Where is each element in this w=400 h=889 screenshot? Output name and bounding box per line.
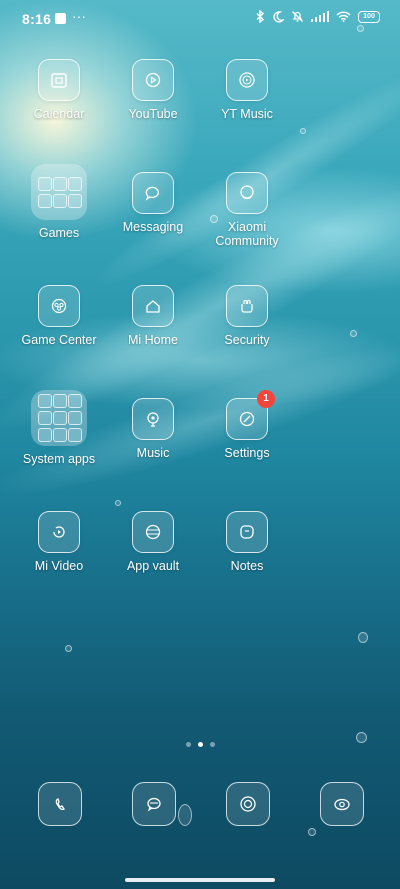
yt-music-icon xyxy=(226,59,268,101)
app-label: Games xyxy=(38,226,80,240)
app-label: Settings xyxy=(224,446,270,460)
music-icon xyxy=(132,398,174,440)
app-messaging[interactable]: Messaging xyxy=(105,172,201,234)
status-bar: 8:16 ··· 100 xyxy=(0,0,400,38)
bubble xyxy=(300,128,306,134)
bubble xyxy=(115,500,121,506)
dock-messages[interactable] xyxy=(132,782,176,826)
notification-badge: 1 xyxy=(257,390,275,408)
app-music[interactable]: Music xyxy=(105,398,201,460)
dock-browser[interactable] xyxy=(226,782,270,826)
app-label: YouTube xyxy=(128,107,178,121)
app-games-folder[interactable]: Games xyxy=(11,164,107,240)
battery-icon: 100 xyxy=(358,10,380,23)
camera-icon xyxy=(334,798,350,811)
app-label: Mi Home xyxy=(127,333,178,347)
page-dot xyxy=(209,742,215,747)
app-mi-home[interactable]: Mi Home xyxy=(105,285,201,347)
phone-icon xyxy=(55,798,65,811)
mute-bell-icon xyxy=(292,11,303,22)
notification-icon xyxy=(55,13,66,24)
app-label: Security xyxy=(224,333,270,347)
page-dot-active xyxy=(197,742,203,747)
mi-home-icon xyxy=(132,285,174,327)
bubble xyxy=(65,645,72,652)
bubble xyxy=(178,804,192,826)
bubble xyxy=(350,330,357,337)
bubble xyxy=(358,632,368,643)
mi-video-icon xyxy=(38,511,80,553)
app-game-center[interactable]: Game Center xyxy=(11,285,107,347)
app-calendar[interactable]: Calendar xyxy=(11,59,107,121)
app-label: App vault xyxy=(126,559,180,573)
home-indicator[interactable] xyxy=(125,878,275,882)
app-label: YT Music xyxy=(221,107,273,121)
app-xiaomi-community[interactable]: Xiaomi Community xyxy=(199,172,295,248)
app-yt-music[interactable]: YT Music xyxy=(199,59,295,121)
folder-icon xyxy=(31,164,87,220)
notes-icon xyxy=(226,511,268,553)
app-label: Notes xyxy=(230,559,264,573)
game-center-icon xyxy=(38,285,80,327)
app-label: Xiaomi Community xyxy=(215,220,279,248)
app-label: System apps xyxy=(22,452,96,466)
app-label: Mi Video xyxy=(34,559,84,573)
wifi-icon xyxy=(336,11,351,22)
app-security[interactable]: Security xyxy=(199,285,295,347)
more-notifications-icon: ··· xyxy=(72,8,86,24)
status-icons: 100 xyxy=(256,10,380,23)
page-dot xyxy=(185,742,191,747)
messaging-icon xyxy=(132,172,174,214)
app-label: Game Center xyxy=(21,333,97,347)
youtube-icon xyxy=(132,59,174,101)
app-notes[interactable]: Notes xyxy=(199,511,295,573)
app-vault-icon xyxy=(132,511,174,553)
app-mi-video[interactable]: Mi Video xyxy=(11,511,107,573)
calendar-icon xyxy=(38,59,80,101)
app-label: Calendar xyxy=(33,107,85,121)
app-settings[interactable]: 1 Settings xyxy=(199,390,295,460)
dock-phone[interactable] xyxy=(38,782,82,826)
dock-camera[interactable] xyxy=(320,782,364,826)
messages-icon xyxy=(147,797,161,812)
xiaomi-community-icon xyxy=(226,172,268,214)
app-label: Messaging xyxy=(122,220,184,234)
status-time: 8:16 xyxy=(22,11,52,27)
app-app-vault[interactable]: App vault xyxy=(105,511,201,573)
folder-icon xyxy=(31,390,87,446)
bluetooth-icon xyxy=(256,10,265,23)
page-indicator[interactable] xyxy=(0,742,400,747)
app-youtube[interactable]: YouTube xyxy=(105,59,201,121)
browser-icon xyxy=(240,796,256,812)
app-label: Music xyxy=(136,446,170,460)
security-icon xyxy=(226,285,268,327)
dnd-moon-icon xyxy=(273,10,284,23)
app-system-apps-folder[interactable]: System apps xyxy=(11,390,107,466)
bubble xyxy=(308,828,316,836)
signal-icon xyxy=(311,11,329,22)
